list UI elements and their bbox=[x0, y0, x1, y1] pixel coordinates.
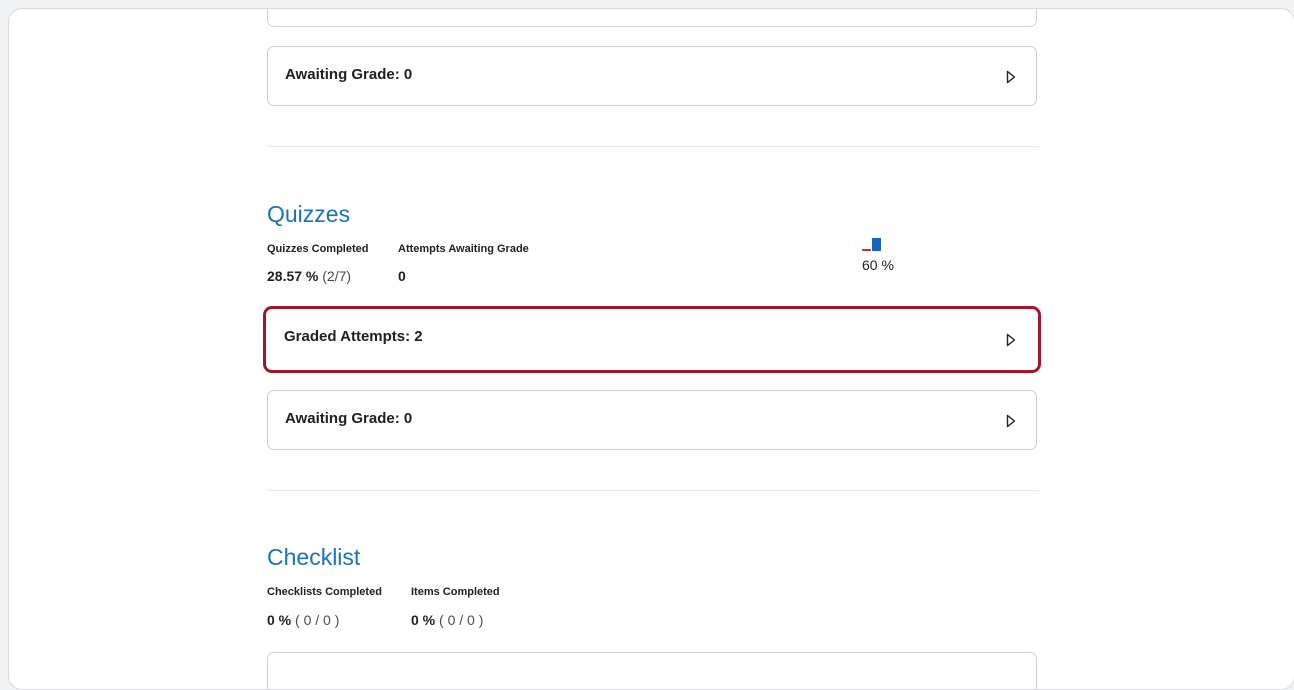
window-frame: Awaiting Grade: 0 Quizzes Quizzes Comple… bbox=[8, 8, 1294, 690]
items-completed-value: 0 % ( 0 / 0 ) bbox=[411, 612, 483, 628]
quizzes-awaiting-grade-label: Awaiting Grade: 0 bbox=[285, 410, 413, 427]
section-divider bbox=[267, 490, 1039, 491]
attempts-awaiting-grade-value: 0 bbox=[398, 268, 406, 284]
previous-card[interactable] bbox=[267, 9, 1037, 27]
class-average-bar bbox=[872, 238, 881, 251]
chevron-right-icon bbox=[1006, 414, 1016, 428]
chevron-right-icon bbox=[1006, 333, 1016, 347]
quizzes-completed-value: 28.57 % (2/7) bbox=[267, 268, 351, 284]
quizzes-completed-label: Quizzes Completed bbox=[267, 243, 369, 255]
next-card[interactable] bbox=[267, 652, 1037, 689]
class-average-chart: 60 % bbox=[862, 235, 902, 273]
quizzes-section-title[interactable]: Quizzes bbox=[267, 201, 350, 228]
checklists-completed-value: 0 % ( 0 / 0 ) bbox=[267, 612, 339, 628]
assignments-awaiting-grade-card[interactable]: Awaiting Grade: 0 bbox=[267, 46, 1037, 106]
attempts-awaiting-grade-count: 0 bbox=[398, 268, 406, 284]
quizzes-awaiting-grade-card[interactable]: Awaiting Grade: 0 bbox=[267, 390, 1037, 450]
chevron-right-icon bbox=[1006, 70, 1016, 84]
graded-attempts-label: Graded Attempts: 2 bbox=[284, 328, 423, 345]
checklist-section-title[interactable]: Checklist bbox=[267, 544, 360, 571]
user-score-bar bbox=[862, 249, 871, 251]
class-average-bars bbox=[862, 238, 881, 251]
checklists-completed-label: Checklists Completed bbox=[267, 586, 382, 598]
class-average-percent: 60 % bbox=[862, 257, 894, 273]
quizzes-completed-percent: 28.57 % bbox=[267, 268, 319, 284]
attempts-awaiting-grade-label: Attempts Awaiting Grade bbox=[398, 243, 529, 255]
checklists-completed-fraction: ( 0 / 0 ) bbox=[295, 612, 340, 628]
checklists-completed-percent: 0 % bbox=[267, 612, 292, 628]
items-completed-percent: 0 % bbox=[411, 612, 436, 628]
graded-attempts-card[interactable]: Graded Attempts: 2 bbox=[263, 306, 1041, 373]
assignments-awaiting-grade-label: Awaiting Grade: 0 bbox=[285, 66, 413, 83]
items-completed-fraction: ( 0 / 0 ) bbox=[439, 612, 484, 628]
items-completed-label: Items Completed bbox=[411, 586, 500, 598]
quizzes-completed-fraction: (2/7) bbox=[322, 268, 352, 284]
section-divider bbox=[267, 146, 1039, 147]
